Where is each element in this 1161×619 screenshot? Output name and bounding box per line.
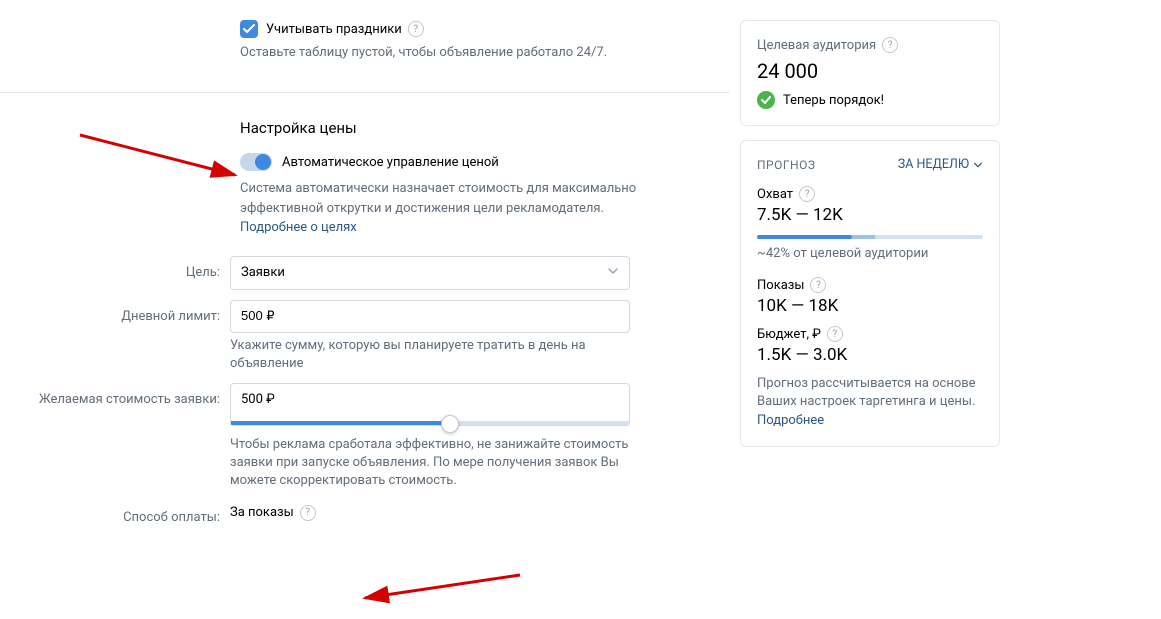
- desired-cost-hint: Чтобы реклама сработала эффективно, не з…: [230, 436, 630, 491]
- help-icon[interactable]: ?: [408, 21, 424, 37]
- goal-select-value: Заявки: [241, 265, 285, 280]
- audience-ok-text: Теперь порядок!: [783, 93, 884, 108]
- desired-cost-label: Желаемая стоимость заявки:: [0, 383, 230, 491]
- goals-more-link[interactable]: Подробнее о целях: [240, 220, 357, 235]
- daily-limit-label: Дневной лимит:: [0, 300, 230, 373]
- audience-value: 24 000: [757, 59, 983, 83]
- forecast-panel: ПРОГНОЗ ЗА НЕДЕЛЮ Охват ? 7.5K — 12K ~42…: [740, 140, 1000, 447]
- audience-title: Целевая аудитория: [757, 38, 876, 53]
- budget-value: 1.5K — 3.0K: [757, 345, 983, 365]
- audience-panel: Целевая аудитория ? 24 000 Теперь порядо…: [740, 20, 1000, 126]
- chevron-down-icon: [973, 160, 983, 170]
- check-icon: [243, 23, 255, 35]
- chevron-down-icon: [607, 265, 619, 281]
- reach-value: 7.5K — 12K: [757, 205, 983, 225]
- help-icon[interactable]: ?: [799, 186, 815, 202]
- forecast-footer: Прогноз рассчитывается на основе Ваших н…: [757, 375, 983, 430]
- help-icon[interactable]: ?: [810, 277, 826, 293]
- auto-price-description: Система автоматически назначает стоимост…: [240, 179, 640, 238]
- impressions-value: 10K — 18K: [757, 296, 983, 316]
- reach-bar: [757, 235, 983, 239]
- forecast-more-link[interactable]: Подробнее: [757, 413, 824, 428]
- daily-limit-hint: Укажите сумму, которую вы планируете тра…: [230, 337, 630, 373]
- goal-select[interactable]: Заявки: [230, 256, 630, 290]
- reach-label: Охват: [757, 187, 793, 202]
- price-section-title: Настройка цены: [240, 119, 730, 137]
- payment-value: За показы: [230, 505, 294, 520]
- holidays-checkbox[interactable]: [240, 20, 258, 38]
- daily-limit-input[interactable]: [230, 300, 630, 333]
- holidays-hint: Оставьте таблицу пустой, чтобы объявлени…: [240, 44, 730, 62]
- help-icon[interactable]: ?: [827, 326, 843, 342]
- auto-price-toggle[interactable]: [240, 153, 272, 171]
- desired-cost-value: 500 ₽: [241, 392, 275, 407]
- annotation-arrow: [360, 570, 530, 610]
- desired-cost-slider[interactable]: 500 ₽: [230, 383, 630, 426]
- help-icon[interactable]: ?: [300, 505, 316, 521]
- slider-thumb[interactable]: [441, 415, 459, 433]
- forecast-title: ПРОГНОЗ: [757, 158, 816, 172]
- goal-label: Цель:: [0, 256, 230, 290]
- payment-label: Способ оплаты:: [0, 501, 230, 525]
- success-icon: [757, 91, 775, 109]
- budget-label: Бюджет, ₽: [757, 327, 821, 342]
- help-icon[interactable]: ?: [882, 37, 898, 53]
- reach-percent: ~42% от целевой аудитории: [757, 245, 983, 263]
- impressions-label: Показы: [757, 278, 804, 293]
- holidays-checkbox-label: Учитывать праздники: [266, 22, 402, 37]
- auto-price-toggle-label: Автоматическое управление ценой: [282, 155, 499, 170]
- forecast-period-dropdown[interactable]: ЗА НЕДЕЛЮ: [898, 157, 983, 172]
